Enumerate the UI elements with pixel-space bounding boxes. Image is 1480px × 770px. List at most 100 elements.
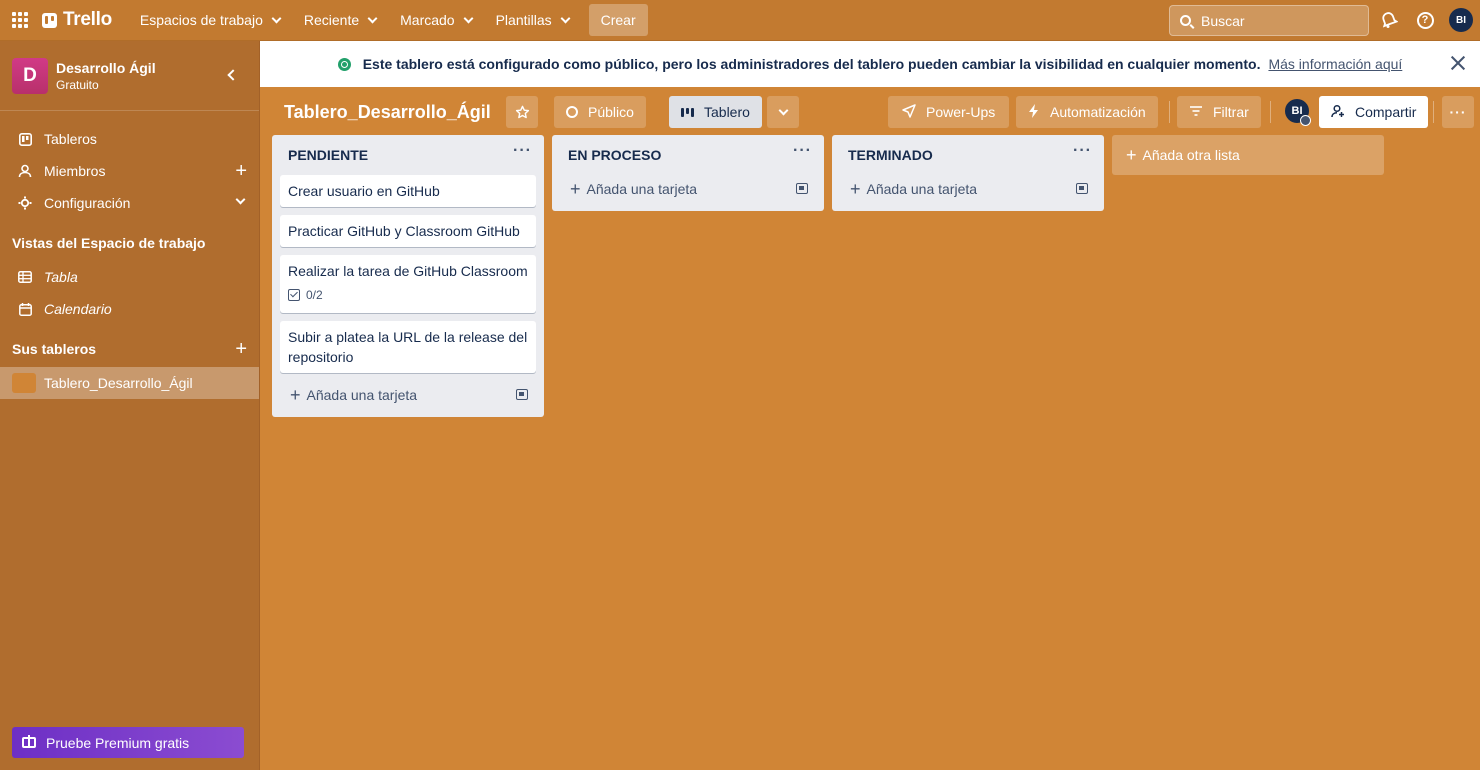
chevron-down-icon: [560, 13, 571, 23]
nav-starred-label: Marcado: [400, 12, 455, 28]
admin-badge-icon: [1300, 115, 1311, 126]
board-header: Tablero_Desarrollo_Ágil Público Tablero …: [260, 87, 1480, 135]
views-dropdown-button[interactable]: [767, 96, 799, 128]
list-terminado: TERMINADO ··· + Añada una tarjeta: [832, 135, 1104, 211]
create-button[interactable]: Crear: [588, 4, 648, 36]
nav-workspaces-label: Espacios de trabajo: [139, 12, 263, 28]
card[interactable]: Crear usuario en GitHub: [280, 175, 536, 207]
add-card-button[interactable]: + Añada una tarjeta: [280, 381, 536, 409]
user-avatar[interactable]: BI: [1449, 8, 1473, 32]
power-ups-button[interactable]: Power-Ups: [888, 96, 1010, 128]
premium-label: Pruebe Premium gratis: [46, 734, 190, 751]
add-card-label: Añada una tarjeta: [586, 181, 698, 197]
list-title[interactable]: TERMINADO: [848, 147, 933, 163]
card-title: Crear usuario en GitHub: [288, 183, 440, 199]
sidebar-item-settings[interactable]: Configuración: [0, 187, 259, 219]
chevron-down-icon: [367, 13, 378, 23]
filter-icon: [1189, 105, 1203, 120]
list-menu-icon[interactable]: ···: [513, 143, 532, 159]
search-placeholder: Buscar: [1201, 12, 1245, 29]
sidebar-board-item[interactable]: Tablero_Desarrollo_Ágil: [0, 367, 259, 399]
card-template-icon[interactable]: [1076, 183, 1088, 194]
automation-button[interactable]: Automatización: [1016, 96, 1158, 128]
card-template-icon[interactable]: [516, 389, 528, 400]
power-ups-label: Power-Ups: [926, 104, 996, 120]
board-view-button[interactable]: Tablero: [669, 96, 762, 128]
sidebar-item-calendar[interactable]: Calendario: [0, 293, 259, 325]
add-list-button[interactable]: + Añada otra lista: [1112, 135, 1384, 175]
add-card-label: Añada una tarjeta: [866, 181, 978, 197]
nav-starred[interactable]: Marcado: [390, 4, 481, 36]
checklist-count: 0/2: [306, 288, 323, 302]
workspace-badge[interactable]: D: [12, 57, 48, 94]
add-member-icon[interactable]: +: [235, 161, 247, 181]
board-title[interactable]: Tablero_Desarrollo_Ágil: [284, 96, 491, 128]
filter-label: Filtrar: [1213, 104, 1249, 120]
list-pendiente: PENDIENTE ··· Crear usuario en GitHub Pr…: [272, 135, 544, 417]
calendar-icon: [16, 302, 34, 316]
card[interactable]: Practicar GitHub y Classroom GitHub: [280, 215, 536, 247]
add-card-button[interactable]: + Añada una tarjeta: [840, 175, 1096, 203]
apps-grid-icon[interactable]: [12, 12, 28, 28]
filter-button[interactable]: Filtrar: [1177, 96, 1261, 128]
visibility-button[interactable]: Público: [554, 96, 646, 128]
collapse-sidebar-icon[interactable]: [227, 69, 239, 81]
bell-icon[interactable]: [1379, 10, 1399, 30]
plus-icon: +: [1126, 145, 1137, 165]
chevron-down-icon: [778, 105, 788, 115]
gear-icon: [16, 196, 34, 210]
add-board-icon[interactable]: +: [235, 339, 247, 359]
plus-icon: +: [570, 179, 581, 199]
sidebar-item-boards[interactable]: Tableros: [0, 123, 259, 155]
rocket-icon: [902, 103, 916, 121]
share-button[interactable]: Compartir: [1319, 96, 1429, 128]
list-title[interactable]: EN PROCESO: [568, 147, 661, 163]
list-menu-icon[interactable]: ···: [1073, 143, 1092, 159]
lightning-icon: [1028, 103, 1040, 121]
your-boards-heading: Sus tableros: [12, 341, 97, 357]
nav-recent-label: Reciente: [303, 12, 360, 28]
list-header[interactable]: PENDIENTE ···: [280, 135, 536, 175]
nav-templates-label: Plantillas: [495, 12, 552, 28]
divider: [1270, 101, 1271, 123]
nav-templates[interactable]: Plantillas: [486, 4, 579, 36]
sidebar-item-members[interactable]: Miembros +: [0, 155, 259, 187]
sidebar: D Desarrollo Ágil Gratuito Tableros Miem…: [0, 41, 260, 770]
chevron-down-icon[interactable]: [235, 194, 246, 205]
add-card-button[interactable]: + Añada una tarjeta: [560, 175, 816, 203]
public-board-banner: Este tablero está configurado como públi…: [260, 41, 1480, 87]
card-title: Practicar GitHub y Classroom GitHub: [288, 223, 520, 239]
list-header[interactable]: TERMINADO ···: [840, 135, 1096, 175]
help-icon[interactable]: ?: [1415, 10, 1435, 30]
chevron-down-icon: [271, 13, 282, 23]
search-input[interactable]: Buscar: [1169, 5, 1369, 36]
more-options-button[interactable]: ···: [1442, 96, 1474, 128]
divider: [1433, 101, 1434, 123]
card-template-icon[interactable]: [796, 183, 808, 194]
add-card-label: Añada una tarjeta: [306, 387, 418, 403]
card[interactable]: Subir a platea la URL de la release del …: [280, 321, 536, 373]
visibility-label: Público: [588, 104, 634, 120]
list-title[interactable]: PENDIENTE: [288, 147, 368, 163]
workspace-name[interactable]: Desarrollo Ágil: [56, 59, 156, 77]
nav-recent[interactable]: Reciente: [294, 4, 386, 36]
try-premium-button[interactable]: Pruebe Premium gratis: [12, 727, 244, 758]
banner-more-info-link[interactable]: Más información aquí: [1268, 56, 1402, 72]
board-view-icon: [681, 107, 694, 117]
member-icon: [16, 164, 34, 178]
plus-icon: +: [290, 385, 301, 405]
trello-logo[interactable]: Trello: [42, 9, 112, 31]
plus-icon: +: [850, 179, 861, 199]
list-en-proceso: EN PROCESO ··· + Añada una tarjeta: [552, 135, 824, 211]
list-header[interactable]: EN PROCESO ···: [560, 135, 816, 175]
logo-text: Trello: [63, 9, 112, 30]
sidebar-item-table[interactable]: Tabla: [0, 261, 259, 293]
board-view-label: Tablero: [704, 104, 750, 120]
card[interactable]: Realizar la tarea de GitHub Classroom 0/…: [280, 255, 536, 313]
close-icon[interactable]: [1450, 55, 1466, 71]
list-menu-icon[interactable]: ···: [793, 143, 812, 159]
star-icon[interactable]: [506, 96, 538, 128]
sidebar-item-label: Configuración: [44, 195, 131, 211]
nav-workspaces[interactable]: Espacios de trabajo: [130, 4, 290, 36]
globe-icon: [337, 57, 351, 71]
